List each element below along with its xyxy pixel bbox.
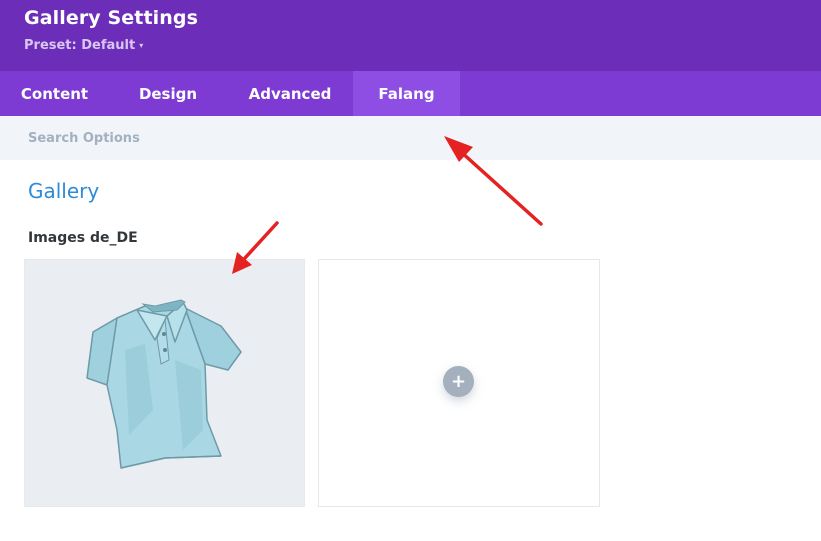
tab-design[interactable]: Design (109, 71, 227, 116)
tab-advanced[interactable]: Advanced (227, 71, 353, 116)
caret-down-icon: ▾ (139, 40, 144, 50)
preset-dropdown[interactable]: Preset: Default ▾ (24, 38, 143, 53)
red-arrow-line-falang (458, 149, 543, 226)
plus-icon[interactable]: + (443, 366, 474, 397)
red-arrow-line-image (243, 221, 279, 260)
gallery-image-thumbnail[interactable] (24, 259, 305, 507)
tab-falang[interactable]: Falang (353, 71, 460, 116)
section-title-gallery[interactable]: Gallery (28, 179, 99, 203)
add-image-placeholder[interactable]: + (318, 259, 600, 507)
search-bar (0, 116, 821, 160)
tab-content[interactable]: Content (0, 71, 109, 116)
preset-label: Preset: Default (24, 38, 136, 53)
settings-header: Gallery Settings Preset: Default ▾ (0, 0, 821, 71)
images-field-label: Images de_DE (28, 230, 138, 246)
modal-title: Gallery Settings (24, 7, 198, 29)
polo-shirt-image (86, 299, 242, 469)
tab-bar: Content Design Advanced Falang (0, 71, 821, 116)
search-input[interactable] (0, 116, 821, 160)
